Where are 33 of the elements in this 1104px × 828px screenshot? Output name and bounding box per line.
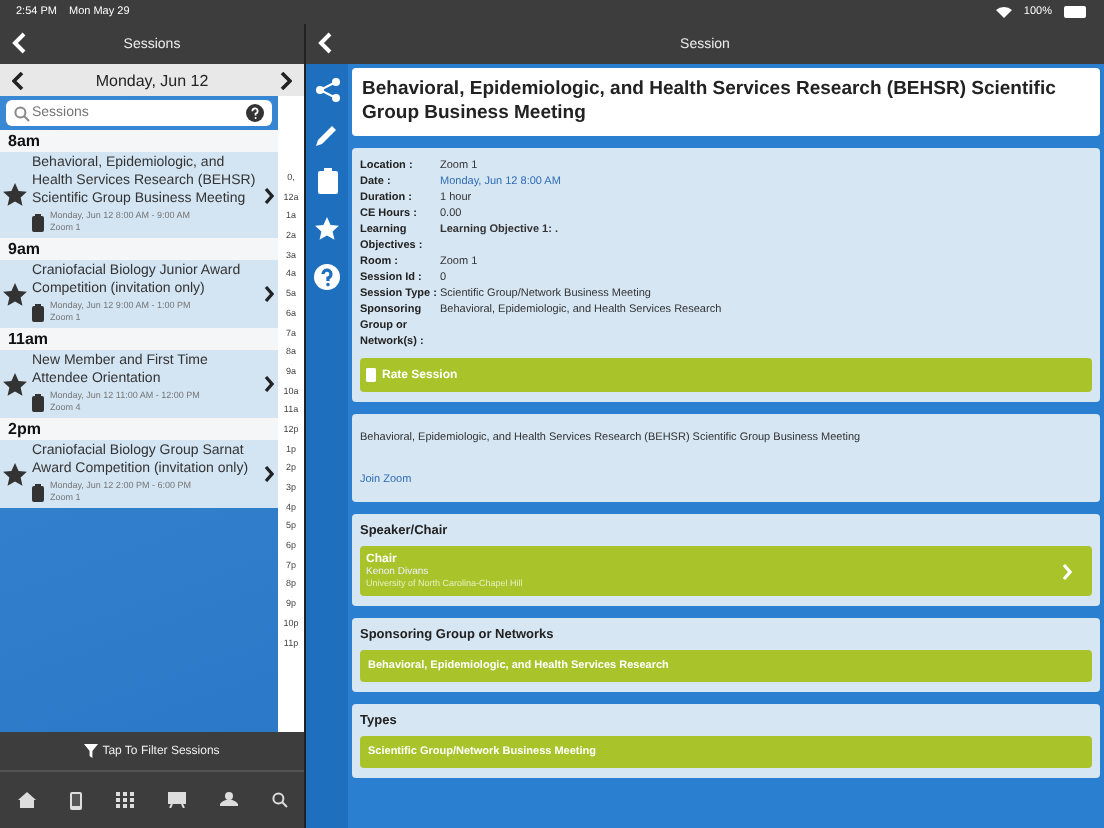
date-label: Monday, Jun 12: [95, 71, 209, 89]
chevron-icon: [264, 286, 274, 302]
star-icon[interactable]: [314, 216, 340, 242]
battery-icon: [1064, 6, 1088, 18]
hour-heading: 8am: [0, 130, 278, 152]
star-icon[interactable]: [2, 281, 28, 307]
hour-heading: 9am: [0, 238, 278, 260]
chevron-icon: [264, 466, 274, 482]
session-title: Behavioral, Epidemiologic, and Health Services Research (BEHSR) Scientific Group Business Meeting: [362, 78, 1058, 126]
star-icon[interactable]: [2, 461, 28, 487]
search-icon[interactable]: [271, 792, 287, 808]
wifi-icon: [995, 6, 1012, 18]
back-icon[interactable]: [12, 32, 26, 54]
help-icon[interactable]: [246, 104, 264, 122]
hour-heading: 2pm: [0, 418, 278, 440]
search-icon: [14, 105, 30, 121]
pencil-icon[interactable]: [316, 124, 338, 146]
filter-icon: [84, 744, 99, 758]
phone-icon[interactable]: [69, 791, 81, 809]
star-icon[interactable]: [2, 371, 28, 397]
home-icon[interactable]: [17, 792, 35, 808]
share-icon[interactable]: [315, 78, 339, 102]
previous-day-icon[interactable]: [12, 71, 24, 89]
next-day-icon[interactable]: [280, 71, 292, 89]
back-icon[interactable]: [318, 32, 332, 54]
hour-heading: 11am: [0, 328, 278, 350]
chevron-icon: [264, 376, 274, 392]
star-icon[interactable]: [2, 182, 28, 208]
chevron-icon: [1062, 563, 1072, 579]
chevron-icon: [264, 187, 274, 203]
presentation-icon[interactable]: [167, 792, 185, 808]
people-icon[interactable]: [219, 792, 237, 808]
grid-icon[interactable]: [115, 792, 133, 808]
